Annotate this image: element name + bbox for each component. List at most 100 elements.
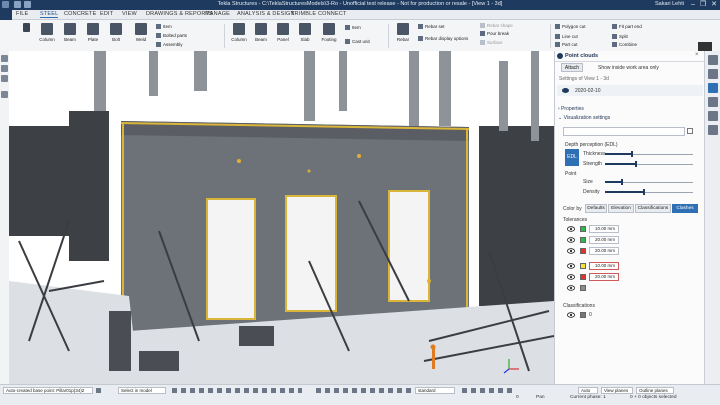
tolerance-row[interactable]: 10.00 mm bbox=[567, 262, 687, 271]
split-button[interactable]: Split bbox=[612, 33, 628, 40]
concrete-column-button[interactable]: Column bbox=[228, 23, 250, 42]
visibility-eye-icon[interactable] bbox=[567, 312, 575, 318]
maximize-button[interactable]: ❐ bbox=[698, 0, 708, 10]
tolerance-input[interactable]: 20.00 mm bbox=[589, 236, 619, 244]
menu-file[interactable]: FILE bbox=[16, 11, 28, 17]
plate-button[interactable]: Plate bbox=[82, 23, 104, 42]
cloud-list-item[interactable]: 2020-02-10 bbox=[557, 85, 703, 96]
visualization-preset-dropdown[interactable] bbox=[563, 127, 685, 136]
tolerance-row[interactable]: 20.00 mm bbox=[567, 273, 687, 282]
menu-concrete[interactable]: CONCRETE bbox=[64, 11, 96, 17]
measure-tool-icon[interactable] bbox=[1, 75, 8, 82]
tolerance-color-swatch[interactable] bbox=[580, 237, 586, 243]
visibility-eye-icon[interactable] bbox=[567, 263, 575, 269]
components-panel-icon[interactable] bbox=[708, 69, 718, 79]
help-panel-icon[interactable] bbox=[708, 125, 718, 135]
strength-thumb[interactable] bbox=[635, 161, 637, 167]
steel-column-button[interactable]: Column bbox=[36, 23, 58, 42]
density-thumb[interactable] bbox=[643, 189, 645, 195]
menu-manage[interactable]: MANAGE bbox=[205, 11, 230, 17]
tolerance-input[interactable]: 20.00 mm bbox=[589, 273, 619, 281]
pour-break-button[interactable]: Pour break bbox=[480, 30, 509, 37]
selection-switches-icon[interactable] bbox=[172, 388, 302, 393]
prompt-history-icon[interactable] bbox=[96, 388, 101, 393]
footing-button[interactable]: Footing bbox=[318, 23, 340, 42]
tab-classifications[interactable]: Classifications bbox=[635, 204, 671, 213]
bolt-button[interactable]: Bolt bbox=[105, 23, 127, 42]
visibility-eye-icon[interactable] bbox=[567, 274, 575, 280]
tolerance-color-swatch[interactable] bbox=[580, 263, 586, 269]
menu-view[interactable]: VIEW bbox=[122, 11, 137, 17]
model-viewport[interactable] bbox=[9, 51, 554, 384]
tolerance-input[interactable]: 10.00 mm bbox=[589, 262, 619, 270]
menu-drawings-reports[interactable]: DRAWINGS & REPORTS bbox=[146, 11, 213, 17]
visibility-eye-icon[interactable] bbox=[567, 285, 575, 291]
concrete-beam-button[interactable]: Beam bbox=[250, 23, 272, 42]
rebar-set-button[interactable]: Rebar set bbox=[418, 23, 445, 30]
visibility-eye-icon[interactable] bbox=[567, 248, 575, 254]
attach-button[interactable]: Attach bbox=[561, 63, 583, 72]
tolerance-row[interactable] bbox=[567, 284, 687, 293]
tolerance-color-swatch[interactable] bbox=[580, 226, 586, 232]
tolerance-color-swatch[interactable] bbox=[580, 248, 586, 254]
cast-unit-button[interactable]: Cast unit bbox=[345, 38, 370, 45]
tolerance-color-swatch[interactable] bbox=[580, 274, 586, 280]
panel-close-icon[interactable]: × bbox=[695, 52, 699, 58]
menu-trimble-connect[interactable]: TRIMBLE CONNECT bbox=[291, 11, 347, 17]
tolerance-row[interactable]: 20.00 mm bbox=[567, 236, 687, 245]
bolted-parts-button[interactable]: Bolted parts bbox=[156, 32, 187, 39]
part-cut-button[interactable]: Part cut bbox=[555, 41, 578, 48]
rebar-button[interactable]: Rebar bbox=[392, 23, 414, 42]
minimize-button[interactable]: – bbox=[688, 0, 698, 10]
tab-clashes[interactable]: Clashes bbox=[672, 204, 698, 213]
tolerance-row[interactable]: 20.00 mm bbox=[567, 247, 687, 256]
rebar-shape-button[interactable]: Rebar shape bbox=[480, 22, 513, 29]
line-cut-button[interactable]: Line cut bbox=[555, 33, 578, 40]
edl-toggle[interactable]: EDL bbox=[565, 149, 579, 166]
select-in-model-input[interactable]: Select in model bbox=[118, 387, 166, 394]
steel-beam-button[interactable]: Beam bbox=[59, 23, 81, 42]
classification-row[interactable]: 0 bbox=[567, 311, 687, 320]
properties-panel-icon[interactable] bbox=[708, 55, 718, 65]
classification-color-swatch[interactable] bbox=[580, 312, 586, 318]
visibility-eye-icon[interactable] bbox=[562, 88, 569, 93]
assembly-button[interactable]: Assembly bbox=[156, 41, 183, 48]
thickness-thumb[interactable] bbox=[631, 151, 633, 157]
save-preset-icon[interactable] bbox=[687, 128, 693, 134]
tab-elevation[interactable]: Elevation bbox=[608, 204, 634, 213]
point-clouds-panel-icon[interactable] bbox=[708, 83, 718, 93]
menu-steel[interactable]: STEEL bbox=[40, 11, 59, 18]
settings-panel-icon[interactable] bbox=[708, 111, 718, 121]
visibility-eye-icon[interactable] bbox=[567, 226, 575, 232]
snap-switches-icon[interactable] bbox=[316, 388, 411, 393]
tolerance-color-swatch[interactable] bbox=[580, 285, 586, 291]
close-button[interactable]: ✕ bbox=[709, 0, 719, 10]
size-thumb[interactable] bbox=[621, 179, 623, 185]
slab-button[interactable]: Slab bbox=[294, 23, 316, 42]
rebar-display-options-button[interactable]: Rebar display options bbox=[418, 35, 468, 42]
tolerance-input[interactable]: 20.00 mm bbox=[589, 247, 619, 255]
tab-defaults[interactable]: Defaults bbox=[585, 204, 607, 213]
menu-analysis-design[interactable]: ANALYSIS & DESIGN bbox=[237, 11, 295, 17]
views-panel-icon[interactable] bbox=[708, 97, 718, 107]
item2-button[interactable]: Item bbox=[345, 24, 361, 31]
view-tools-icon[interactable] bbox=[462, 388, 512, 393]
outline-planes-dropdown[interactable]: Outline planes bbox=[636, 387, 674, 394]
fit-part-end-button[interactable]: Fit part end bbox=[612, 23, 642, 30]
menu-edit[interactable]: EDIT bbox=[100, 11, 113, 17]
properties-section[interactable]: › Properties bbox=[558, 106, 584, 112]
filter-tool-icon[interactable] bbox=[1, 91, 8, 98]
weld-button[interactable]: Weld bbox=[130, 23, 152, 42]
snap-tool-icon[interactable] bbox=[1, 65, 8, 72]
visualization-section[interactable]: ⌄ Visualization settings bbox=[558, 115, 610, 121]
panel-button[interactable]: Panel bbox=[272, 23, 294, 42]
select-tool-icon[interactable] bbox=[1, 55, 8, 62]
view-planes-dropdown[interactable]: View planes bbox=[601, 387, 633, 394]
combine-button[interactable]: Combine bbox=[612, 41, 637, 48]
standard-dropdown[interactable]: standard bbox=[415, 387, 455, 394]
item-button[interactable]: Item bbox=[156, 23, 172, 30]
tolerance-input[interactable]: 10.00 mm bbox=[589, 225, 619, 233]
auto-dropdown[interactable]: Auto bbox=[578, 387, 598, 394]
surface-button[interactable]: Surface bbox=[480, 39, 503, 46]
user-name[interactable]: Sakari Lehti bbox=[655, 1, 684, 7]
